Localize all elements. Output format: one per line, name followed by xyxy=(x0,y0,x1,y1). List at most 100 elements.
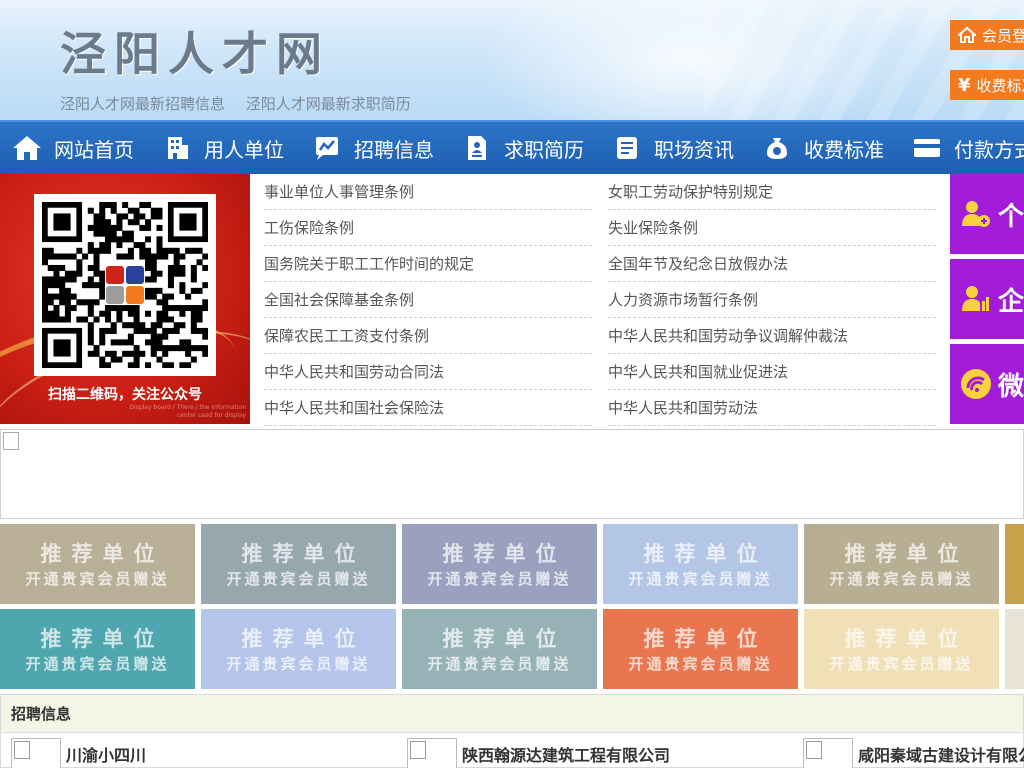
law-link[interactable]: 人力资源市场暂行条例 xyxy=(608,282,936,318)
recommend-subtitle: 开通贵宾会员赠送 xyxy=(226,655,371,673)
nav-home[interactable]: 网站首页 xyxy=(0,122,150,174)
nav-pricing[interactable]: 收费标准 xyxy=(750,122,900,174)
recommend-title: 推荐单位 xyxy=(40,542,165,566)
recommend-title: 推荐单位 xyxy=(40,627,165,651)
law-link[interactable]: 中华人民共和国劳动法 xyxy=(608,390,936,426)
nav-news[interactable]: 职场资讯 xyxy=(600,122,750,174)
recommend-subtitle: 开通贵宾会员赠送 xyxy=(25,570,170,588)
personal-label: 个人 xyxy=(998,201,1024,232)
recruit-section-title: 招聘信息 xyxy=(1,695,1023,733)
latest-resumes-link[interactable]: 泾阳人才网最新求职简历 xyxy=(246,95,411,113)
page-root: 泾阳人才网 泾阳人才网最新招聘信息 泾阳人才网最新求职简历 会员登录 ¥ 收费标… xyxy=(0,0,1024,768)
nav-jobs[interactable]: 招聘信息 xyxy=(300,122,450,174)
nav-label: 付款方式 xyxy=(954,137,1024,162)
recommend-tile[interactable]: 推荐单位开通贵宾会员赠送 xyxy=(402,524,597,604)
nav-label: 收费标准 xyxy=(804,137,884,162)
pricing-button[interactable]: ¥ 收费标准 xyxy=(950,70,1024,100)
recommend-subtitle: 开通贵宾会员赠送 xyxy=(1005,653,1024,674)
company-name: 陕西翰源达建筑工程有限公司 xyxy=(462,746,671,765)
law-link[interactable]: 全国社会保障基金条例 xyxy=(264,282,592,318)
law-link[interactable]: 中华人民共和国劳动合同法 xyxy=(264,354,592,390)
money-bag-icon xyxy=(762,133,792,163)
law-link[interactable]: 失业保险条例 xyxy=(608,210,936,246)
pricing-label: 收费标准 xyxy=(976,76,1024,95)
qr-caption: 扫描二维码，关注公众号 xyxy=(48,387,202,403)
recommend-title: 推荐单位 xyxy=(241,542,366,566)
recommend-subtitle: 开通贵宾会员赠送 xyxy=(628,655,773,673)
nav-label: 求职简历 xyxy=(504,137,584,162)
card-icon xyxy=(912,133,942,163)
member-login-label: 会员登录 xyxy=(982,26,1024,45)
recommend-title: 推荐单位 xyxy=(1005,623,1024,653)
recommend-tile[interactable]: 推荐单位开通贵宾会员赠送 xyxy=(1005,609,1024,689)
company-item[interactable]: 陕西翰源达建筑工程有限公司 xyxy=(407,737,670,768)
recommend-title: 推荐单位 xyxy=(442,542,567,566)
enterprise-tile[interactable]: 企业 xyxy=(950,259,1024,339)
nav-label: 网站首页 xyxy=(54,137,134,162)
law-list: 事业单位人事管理条例 工伤保险条例 国务院关于职工工作时间的规定 全国社会保障基… xyxy=(264,174,936,426)
company-item[interactable]: 咸阳秦域古建设计有限公司 xyxy=(803,737,1024,768)
law-link[interactable]: 女职工劳动保护特别规定 xyxy=(608,174,936,210)
nav-label: 职场资讯 xyxy=(654,137,734,162)
site-title[interactable]: 泾阳人才网 xyxy=(60,18,330,84)
broken-image-icon xyxy=(3,432,19,450)
building-icon xyxy=(162,133,192,163)
nav-payment[interactable]: 付款方式 xyxy=(900,122,1024,174)
wechat-label: 微信 xyxy=(998,371,1024,402)
company-name: 川渝小四川 xyxy=(66,746,147,765)
recommend-subtitle: 开通贵宾会员赠送 xyxy=(1005,568,1024,589)
recommend-tile[interactable]: 推荐单位开通贵宾会员赠送 xyxy=(603,609,798,689)
main-nav: 网站首页 用人单位 招聘信息 求职简历 职场资讯 收费标准 付款方 xyxy=(0,120,1024,174)
wechat-icon xyxy=(960,368,992,400)
recommend-tile[interactable]: 推荐单位开通贵宾会员赠送 xyxy=(804,524,999,604)
recommend-title: 推荐单位 xyxy=(1005,538,1024,568)
home-icon xyxy=(958,26,976,44)
enterprise-label: 企业 xyxy=(998,286,1024,317)
recommend-tile[interactable]: 推荐单位开通贵宾会员赠送 xyxy=(603,524,798,604)
latest-jobs-link[interactable]: 泾阳人才网最新招聘信息 xyxy=(60,95,225,113)
recommend-tile[interactable]: 推荐单位开通贵宾会员赠送 xyxy=(201,609,396,689)
recommend-subtitle: 开通贵宾会员赠送 xyxy=(829,655,974,673)
recommend-tile[interactable]: 推荐单位开通贵宾会员赠送 xyxy=(402,609,597,689)
company-logo xyxy=(803,738,853,768)
recommend-tile[interactable]: 推荐单位开通贵宾会员赠送 xyxy=(0,609,195,689)
banner-ad[interactable] xyxy=(0,429,1024,519)
header-links: 泾阳人才网最新招聘信息 泾阳人才网最新求职简历 xyxy=(60,93,427,114)
law-link[interactable]: 中华人民共和国社会保险法 xyxy=(264,390,592,426)
recommend-title: 推荐单位 xyxy=(643,542,768,566)
recommend-subtitle: 开通贵宾会员赠送 xyxy=(25,655,170,673)
law-link[interactable]: 事业单位人事管理条例 xyxy=(264,174,592,210)
recommend-subtitle: 开通贵宾会员赠送 xyxy=(226,570,371,588)
wechat-tile[interactable]: 微信 xyxy=(950,344,1024,424)
recommend-title: 推荐单位 xyxy=(643,627,768,651)
company-item[interactable]: 川渝小四川 xyxy=(11,737,146,768)
site-header: 泾阳人才网 泾阳人才网最新招聘信息 泾阳人才网最新求职简历 会员登录 ¥ 收费标… xyxy=(0,0,1024,120)
recommend-tile[interactable]: 推荐单位开通贵宾会员赠送 xyxy=(201,524,396,604)
person-add-icon xyxy=(960,198,992,230)
nav-employers[interactable]: 用人单位 xyxy=(150,122,300,174)
law-link[interactable]: 保障农民工工资支付条例 xyxy=(264,318,592,354)
recommend-tile[interactable]: 推荐单位开通贵宾会员赠送 xyxy=(804,609,999,689)
recommend-title: 推荐单位 xyxy=(844,627,969,651)
recommend-subtitle: 开通贵宾会员赠送 xyxy=(829,570,974,588)
news-icon xyxy=(612,133,642,163)
nav-resumes[interactable]: 求职简历 xyxy=(450,122,600,174)
member-login-button[interactable]: 会员登录 xyxy=(950,20,1024,50)
recommend-title: 推荐单位 xyxy=(241,627,366,651)
law-link[interactable]: 中华人民共和国就业促进法 xyxy=(608,354,936,390)
recommend-subtitle: 开通贵宾会员赠送 xyxy=(628,570,773,588)
personal-tile[interactable]: 个人 xyxy=(950,174,1024,254)
law-link[interactable]: 国务院关于职工工作时间的规定 xyxy=(264,246,592,282)
law-link[interactable]: 工伤保险条例 xyxy=(264,210,592,246)
recommend-tile[interactable]: 推荐单位开通贵宾会员赠送 xyxy=(1005,524,1024,604)
home-icon xyxy=(12,133,42,163)
qr-banner: 扫描二维码，关注公众号 Display board / There / the … xyxy=(0,174,250,424)
recommend-tile[interactable]: 推荐单位开通贵宾会员赠送 xyxy=(0,524,195,604)
recommend-subtitle: 开通贵宾会员赠送 xyxy=(427,570,572,588)
law-link[interactable]: 全国年节及纪念日放假办法 xyxy=(608,246,936,282)
nav-label: 招聘信息 xyxy=(354,137,434,162)
enterprise-icon xyxy=(960,283,992,315)
recommend-title: 推荐单位 xyxy=(442,627,567,651)
law-link[interactable]: 中华人民共和国劳动争议调解仲裁法 xyxy=(608,318,936,354)
recommend-subtitle: 开通贵宾会员赠送 xyxy=(427,655,572,673)
